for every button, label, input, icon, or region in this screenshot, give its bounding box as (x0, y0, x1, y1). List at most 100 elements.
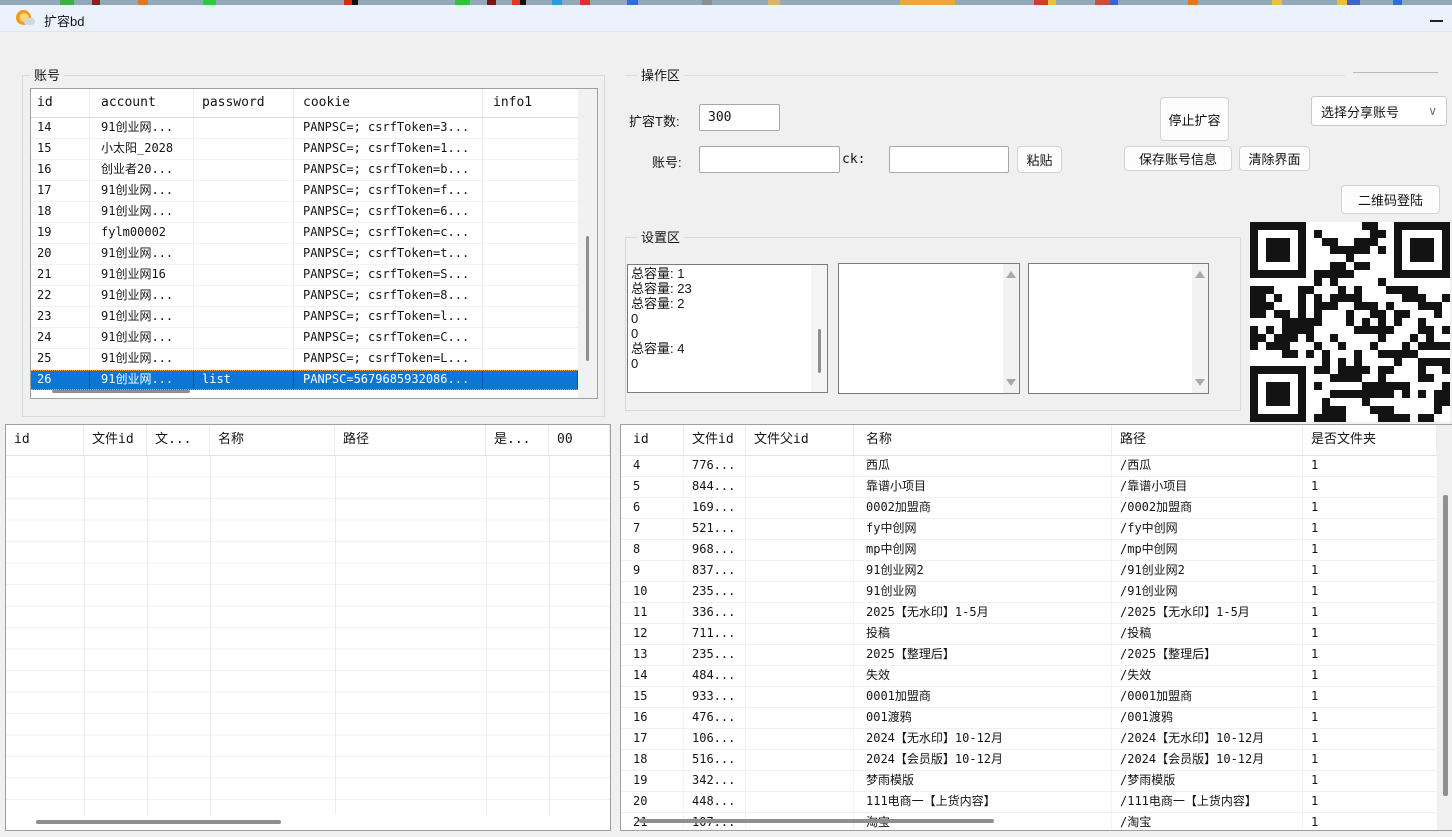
account-col-id[interactable]: id (31, 89, 90, 117)
file-cell: 2024【无水印】10-12月 (854, 729, 1112, 749)
file-row[interactable]: 13235...2025【整理后】/2025【整理后】1 (621, 645, 1437, 666)
account-hscroll-thumb[interactable] (52, 390, 190, 393)
lt-col-id[interactable]: id (6, 425, 84, 455)
save-account-button[interactable]: 保存账号信息 (1124, 146, 1232, 171)
rt-col-path[interactable]: 路径 (1112, 425, 1303, 455)
account-col-cookie[interactable]: cookie (294, 89, 483, 117)
account-col-info1[interactable]: info1 (483, 89, 578, 117)
account-cell-id: 19 (31, 223, 90, 243)
capacity-line[interactable]: 0 (628, 356, 827, 371)
file-cell: /2025【无水印】1-5月 (1112, 603, 1303, 623)
account-row[interactable]: 2491创业网...PANPSC=; csrfToken=C... (31, 328, 597, 349)
file-row[interactable]: 15933...0001加盟商/0001加盟商1 (621, 687, 1437, 708)
capacity-line[interactable]: 总容量: 1 (628, 266, 827, 281)
capacity-scroll-thumb[interactable] (818, 329, 821, 373)
account-row[interactable]: 2391创业网...PANPSC=; csrfToken=l... (31, 307, 597, 328)
file-row[interactable]: 19342...梦雨模版/梦雨模版1 (621, 771, 1437, 792)
listbox2-scrollbar[interactable] (1003, 264, 1019, 393)
account-vscroll-thumb[interactable] (586, 236, 589, 361)
account-row[interactable]: 2191创业网16PANPSC=; csrfToken=S... (31, 265, 597, 286)
file-row[interactable]: 6169...0002加盟商/0002加盟商1 (621, 498, 1437, 519)
ck-input[interactable] (889, 146, 1009, 173)
file-cell: 1 (1303, 519, 1437, 539)
account-cell-password (194, 181, 294, 201)
capacity-line[interactable]: 总容量: 4 (628, 341, 827, 356)
rt-col-id[interactable]: id (621, 425, 684, 455)
file-row[interactable]: 5844...靠谱小项目/靠谱小项目1 (621, 477, 1437, 498)
file-row[interactable]: 18516...2024【会员版】10-12月/2024【会员版】10-12月1 (621, 750, 1437, 771)
file-cell: 梦雨模版 (854, 771, 1112, 791)
account-row[interactable]: 1791创业网...PANPSC=; csrfToken=f... (31, 181, 597, 202)
rt-col-isdir[interactable]: 是否文件夹 (1303, 425, 1437, 455)
account-cell-cookie: PANPSC=; csrfToken=1... (294, 139, 483, 159)
account-row[interactable]: 19fylm00002PANPSC=; csrfToken=c... (31, 223, 597, 244)
settings-listbox-2 (838, 263, 1020, 394)
file-cell: 1 (1303, 477, 1437, 497)
file-row[interactable]: 17106...2024【无水印】10-12月/2024【无水印】10-12月1 (621, 729, 1437, 750)
account-cell-account: 91创业网... (90, 181, 194, 201)
account-cell-password (194, 118, 294, 138)
file-cell (746, 519, 854, 539)
listbox3-scrollbar[interactable] (1192, 264, 1208, 393)
file-row[interactable]: 4776...西瓜/西瓜1 (621, 456, 1437, 477)
account-row[interactable]: 16创业者20...PANPSC=; csrfToken=b... (31, 160, 597, 181)
lt-col-name[interactable]: 名称 (210, 425, 335, 455)
file-row[interactable]: 16476...001渡鸦/001渡鸦1 (621, 708, 1437, 729)
account-col-account[interactable]: account (90, 89, 194, 117)
capacity-line[interactable]: 总容量: 2 (628, 296, 827, 311)
rt-col-name[interactable]: 名称 (854, 425, 1112, 455)
rt-col-fileid[interactable]: 文件id (684, 425, 746, 455)
file-cell: 1 (1303, 624, 1437, 644)
file-cell: 2025【整理后】 (854, 645, 1112, 665)
right-table-vscroll-thumb[interactable] (1443, 495, 1448, 796)
account-cell-info1 (483, 244, 578, 264)
file-row[interactable]: 12711...投稿/投稿1 (621, 624, 1437, 645)
file-row[interactable]: 14484...失效/失效1 (621, 666, 1437, 687)
file-cell: 91创业网 (854, 582, 1112, 602)
op-account-input[interactable] (699, 146, 840, 173)
account-col-password[interactable]: password (194, 89, 294, 117)
clear-ui-button[interactable]: 清除界面 (1239, 146, 1310, 171)
expand-t-label: 扩容T数: (629, 111, 680, 130)
file-cell (746, 624, 854, 644)
share-account-select[interactable]: 选择分享账号 ∨ (1311, 96, 1447, 126)
capacity-line[interactable]: 0 (628, 326, 827, 341)
scroll-down-icon[interactable] (1195, 379, 1205, 386)
left-table-hscroll-thumb[interactable] (36, 820, 281, 824)
account-cell-account: 小太阳_2028 (90, 139, 194, 159)
file-row[interactable]: 9837...91创业网2/91创业网21 (621, 561, 1437, 582)
file-cell: 8 (621, 540, 684, 560)
account-row[interactable]: 2691创业网...listPANPSC=5679685932086... (31, 370, 597, 390)
right-table-hscroll-thumb[interactable] (639, 819, 994, 823)
lt-col-isdir[interactable]: 是... (486, 425, 549, 455)
file-row[interactable]: 7521...fy中创网/fy中创网1 (621, 519, 1437, 540)
account-row[interactable]: 2091创业网...PANPSC=; csrfToken=t... (31, 244, 597, 265)
rt-col-parentid[interactable]: 文件父id (746, 425, 854, 455)
lt-col-path[interactable]: 路径 (335, 425, 486, 455)
account-row[interactable]: 1891创业网...PANPSC=; csrfToken=6... (31, 202, 597, 223)
scroll-up-icon[interactable] (1195, 271, 1205, 278)
expand-t-input[interactable] (699, 104, 780, 131)
left-table-body (6, 456, 610, 814)
file-row[interactable]: 20448...111电商一【上货内容】/111电商一【上货内容】1 (621, 792, 1437, 813)
file-cell: 1 (1303, 498, 1437, 518)
qr-login-button[interactable]: 二维码登陆 (1341, 185, 1440, 214)
file-row[interactable]: 8968...mp中创网/mp中创网1 (621, 540, 1437, 561)
ck-label: ck: (842, 152, 865, 167)
account-row[interactable]: 2291创业网...PANPSC=; csrfToken=8... (31, 286, 597, 307)
account-row[interactable]: 2591创业网...PANPSC=; csrfToken=L... (31, 349, 597, 370)
capacity-line[interactable]: 总容量: 23 (628, 281, 827, 296)
lt-col-trunc[interactable]: 文... (147, 425, 210, 455)
account-row[interactable]: 15小太阳_2028PANPSC=; csrfToken=1... (31, 139, 597, 160)
paste-button[interactable]: 粘贴 (1017, 146, 1062, 173)
capacity-line[interactable]: 0 (628, 311, 827, 326)
account-row[interactable]: 1491创业网...PANPSC=; csrfToken=3... (31, 118, 597, 139)
file-row[interactable]: 11336...2025【无水印】1-5月/2025【无水印】1-5月1 (621, 603, 1437, 624)
stop-expand-button[interactable]: 停止扩容 (1160, 97, 1229, 141)
file-row[interactable]: 10235...91创业网/91创业网1 (621, 582, 1437, 603)
lt-col-fileid[interactable]: 文件id (84, 425, 147, 455)
lt-col-00[interactable]: 00 (549, 425, 610, 455)
scroll-up-icon[interactable] (1006, 271, 1016, 278)
minimize-button[interactable] (1426, 11, 1448, 29)
scroll-down-icon[interactable] (1006, 379, 1016, 386)
